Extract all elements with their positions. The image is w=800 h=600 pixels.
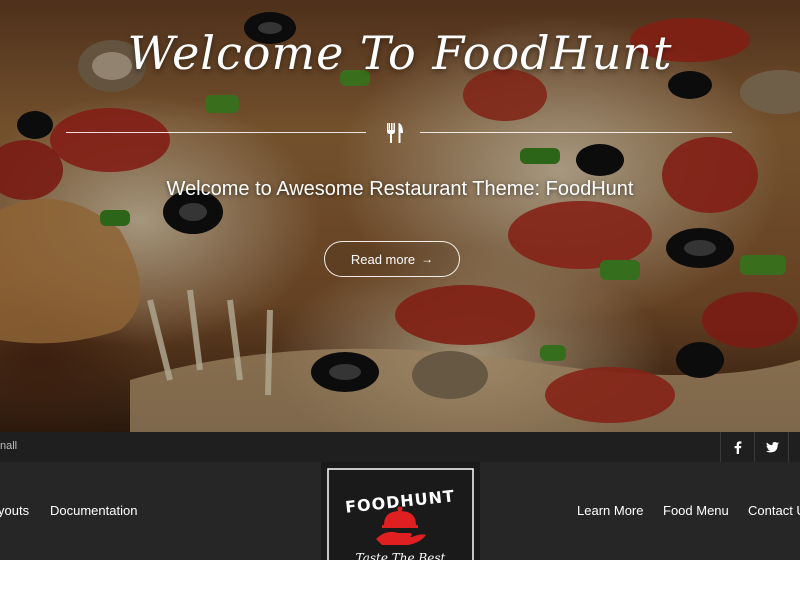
nav-item-contact-us[interactable]: Contact U	[748, 503, 800, 518]
nav-item-food-menu[interactable]: Food Menu	[663, 503, 729, 518]
arrow-right-icon: →	[421, 252, 434, 266]
serving-hand-icon	[376, 506, 426, 545]
hero-subtitle: Welcome to Awesome Restaurant Theme: Foo…	[166, 178, 634, 200]
topbar-text: nall	[0, 440, 18, 452]
content-area	[0, 560, 800, 600]
nav-item-layouts[interactable]: youts	[0, 503, 29, 518]
divider-right	[420, 132, 732, 133]
twitter-icon[interactable]	[754, 432, 789, 462]
hero-title: Welcome To FoodHunt	[127, 26, 673, 80]
read-more-button[interactable]: Read more →	[324, 241, 460, 277]
top-bar: nall	[0, 432, 800, 462]
fork-knife-icon	[387, 123, 403, 143]
google-plus-icon[interactable]	[788, 432, 800, 462]
divider-left	[66, 132, 366, 133]
nav-item-documentation[interactable]: Documentation	[50, 503, 137, 518]
nav-item-learn-more[interactable]: Learn More	[577, 503, 643, 518]
facebook-icon[interactable]	[720, 432, 755, 462]
read-more-label: Read more	[350, 251, 416, 267]
